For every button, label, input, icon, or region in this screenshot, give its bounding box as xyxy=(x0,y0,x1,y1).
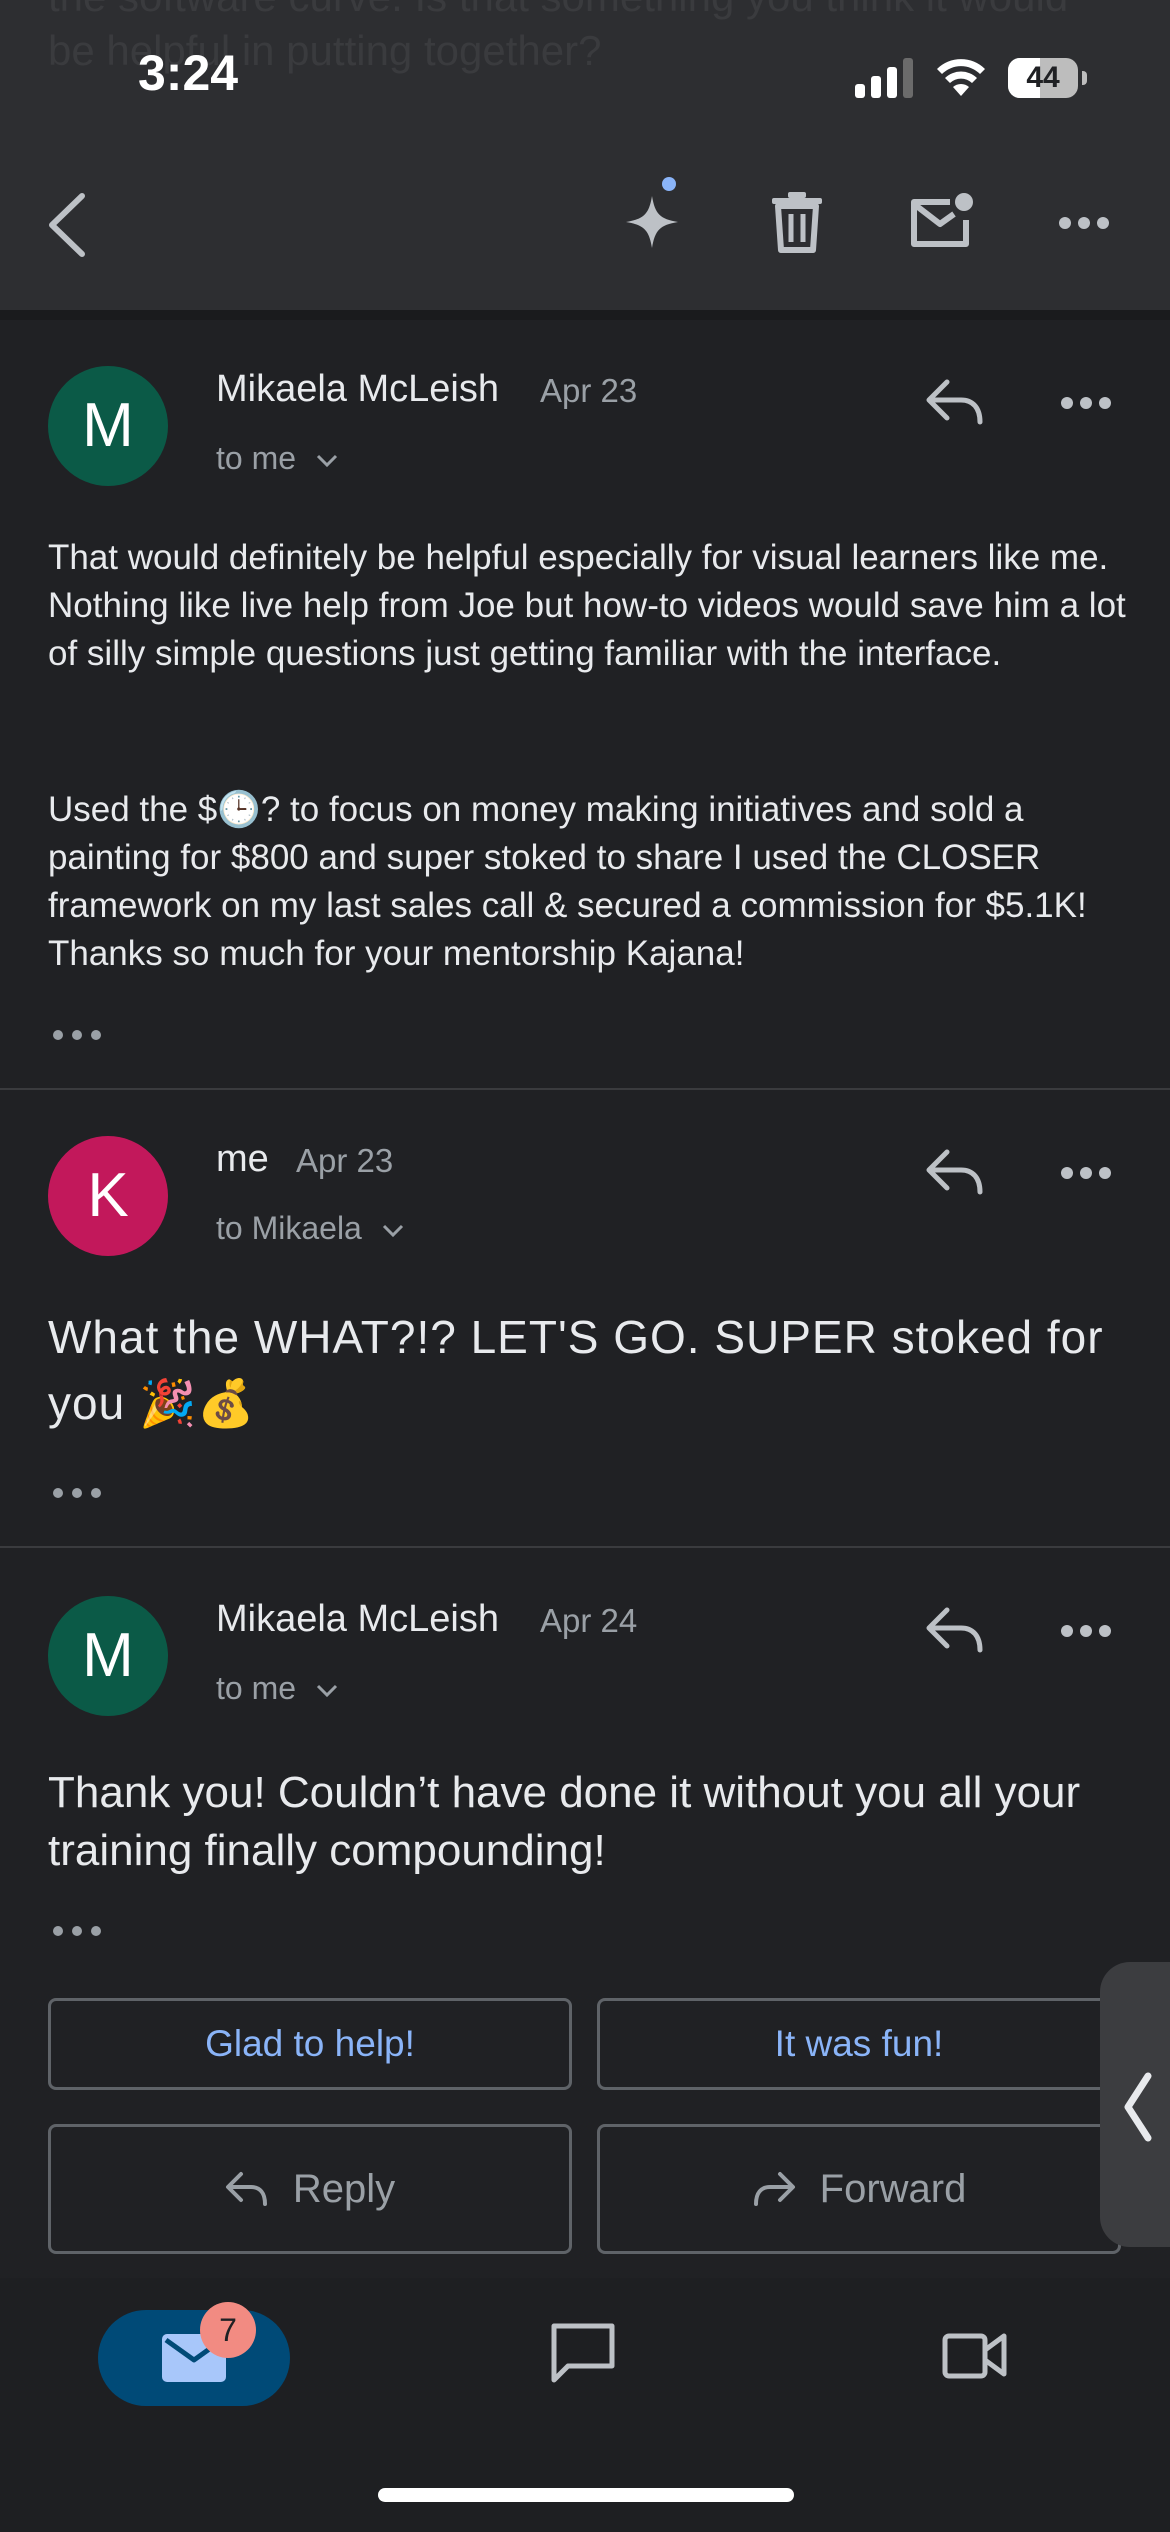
message-more-icon[interactable] xyxy=(1060,1166,1112,1180)
wifi-icon xyxy=(937,59,985,96)
video-camera-icon[interactable] xyxy=(942,2330,1008,2380)
cellular-signal-icon xyxy=(855,58,913,98)
recipient-label: to me xyxy=(216,1670,297,1706)
unread-count-badge: 7 xyxy=(200,2302,256,2358)
reply-button[interactable]: Reply xyxy=(48,2124,572,2254)
status-time: 3:24 xyxy=(138,45,239,101)
message-body: What the WHAT?!? LET'S GO. SUPER stoked … xyxy=(48,1311,1104,1429)
message-date: Apr 23 xyxy=(540,372,638,409)
show-trimmed-content-icon[interactable] xyxy=(52,1924,102,1938)
chat-icon[interactable] xyxy=(550,2322,616,2384)
message-separator xyxy=(0,1088,1170,1090)
battery-indicator: 44 xyxy=(1008,58,1087,98)
message-separator xyxy=(0,1546,1170,1548)
chevron-down-icon xyxy=(382,1224,403,1237)
sender-name: me xyxy=(216,1138,269,1180)
message-more-icon[interactable] xyxy=(1060,1624,1112,1638)
chevron-down-icon xyxy=(316,454,337,467)
forward-label: Forward xyxy=(819,2166,967,2211)
chevron-left-icon xyxy=(1124,2072,1152,2142)
recipient-details-toggle[interactable]: to me xyxy=(216,1670,339,1707)
side-panel-handle[interactable] xyxy=(1100,1962,1170,2247)
smart-reply-chip[interactable]: Glad to help! xyxy=(48,1998,572,2090)
smart-reply-chip[interactable]: It was fun! xyxy=(597,1998,1121,2090)
avatar[interactable]: M xyxy=(48,366,168,486)
recipient-details-toggle[interactable]: to me xyxy=(216,440,339,477)
show-trimmed-content-icon[interactable] xyxy=(52,1486,102,1500)
mark-unread-icon[interactable] xyxy=(910,190,974,248)
more-horizontal-icon[interactable] xyxy=(1058,216,1110,230)
toolbar-divider xyxy=(0,310,1170,320)
recipient-label: to Mikaela xyxy=(216,1210,362,1246)
message-more-icon[interactable] xyxy=(1060,396,1112,410)
message-body: Thank you! Couldn’t have done it without… xyxy=(48,1768,1081,1875)
message-date: Apr 24 xyxy=(540,1602,638,1639)
reply-arrow-icon xyxy=(225,2172,267,2206)
message-body-paragraph: That would definitely be helpful especia… xyxy=(48,538,1126,673)
forward-arrow-icon xyxy=(753,2172,795,2206)
back-chevron-left-icon[interactable] xyxy=(44,192,88,258)
reply-label: Reply xyxy=(292,2166,396,2211)
avatar[interactable]: K xyxy=(48,1136,168,1256)
reply-icon[interactable] xyxy=(925,378,985,426)
home-indicator xyxy=(378,2488,794,2502)
message-date: Apr 23 xyxy=(296,1142,394,1179)
nav-mail-tab[interactable] xyxy=(98,2310,290,2406)
message-body-paragraph: Used the $🕒? to focus on money making in… xyxy=(48,790,1087,973)
chevron-down-icon xyxy=(316,1684,337,1697)
sender-name: Mikaela McLeish xyxy=(216,368,499,410)
show-trimmed-content-icon[interactable] xyxy=(52,1028,102,1042)
trash-icon[interactable] xyxy=(770,190,824,254)
forward-button[interactable]: Forward xyxy=(597,2124,1121,2254)
battery-level: 44 xyxy=(1026,61,1060,94)
avatar[interactable]: M xyxy=(48,1596,168,1716)
reply-icon[interactable] xyxy=(925,1606,985,1654)
recipient-label: to me xyxy=(216,440,297,476)
recipient-details-toggle[interactable]: to Mikaela xyxy=(216,1210,405,1247)
top-app-bar: the software curve. Is that something yo… xyxy=(0,0,1170,310)
gemini-sparkle-icon[interactable] xyxy=(624,176,684,256)
reply-icon[interactable] xyxy=(925,1148,985,1196)
sender-name: Mikaela McLeish xyxy=(216,1598,499,1640)
